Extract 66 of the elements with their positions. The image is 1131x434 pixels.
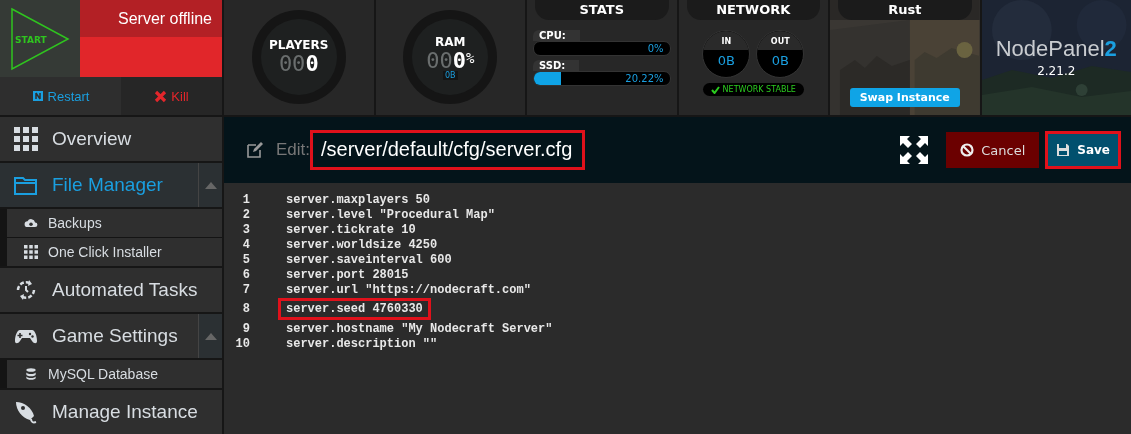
sidebar-item[interactable]: File Manager <box>0 163 198 207</box>
caret-icon <box>204 181 217 189</box>
save-button[interactable]: Save <box>1048 134 1118 166</box>
version-label: 2.21.2 <box>1037 64 1076 78</box>
traffic-meter: IN 0B <box>702 30 751 78</box>
gauge-value: 0 <box>305 52 319 76</box>
line-number: 5 <box>241 252 250 267</box>
close-icon <box>154 89 168 103</box>
line-number: 9 <box>241 321 250 336</box>
server-status: Server offline <box>80 0 222 37</box>
gauge-label: RAM <box>435 34 466 49</box>
code-line: server.maxplayers 50 <box>285 192 432 207</box>
edit-label: Edit: <box>276 140 311 160</box>
line-number: 2 <box>241 207 250 222</box>
restart-button[interactable]: Restart <box>0 77 121 115</box>
widget-title: NETWORK <box>686 0 820 20</box>
sidebar-subitem[interactable]: One Click Installer <box>7 238 222 266</box>
sidebar-item[interactable]: Game Settings <box>0 314 198 358</box>
sidebar-item[interactable]: Manage Instance <box>0 390 222 434</box>
sidebar-subitem[interactable]: MySQL Database <box>7 360 222 388</box>
cancel-button[interactable]: Cancel <box>946 132 1040 168</box>
line-number: 6 <box>241 267 250 282</box>
grid-icon <box>24 245 38 259</box>
check-icon <box>710 85 720 94</box>
bar-reading: 0% <box>647 42 664 55</box>
code-line: server.worldsize 4250 <box>285 237 439 252</box>
code-line: server.hostname "My Nodecraft Server" <box>285 321 554 336</box>
bar-label: CPU: <box>533 30 580 41</box>
bar-label: SSD: <box>533 60 580 71</box>
collapse-toggle[interactable] <box>198 314 222 358</box>
line-number: 10 <box>234 336 250 351</box>
line-number: 4 <box>241 237 250 252</box>
sidebar-item[interactable]: Overview <box>0 117 222 161</box>
code-line: server.port 28015 <box>285 267 410 282</box>
bar-reading: 20.22% <box>625 72 664 85</box>
code-line: server.tickrate 10 <box>285 222 417 237</box>
gauge-detail: 0B <box>442 70 458 80</box>
gauge-label: PLAYERS <box>269 38 329 52</box>
sidebar-item[interactable]: Automated Tasks <box>0 268 222 312</box>
cloud-icon <box>24 216 38 230</box>
caret-icon <box>204 332 217 340</box>
rocket-icon <box>14 400 38 424</box>
widget-title: STATS <box>535 0 669 20</box>
code-line: server.saveinterval 600 <box>285 252 453 267</box>
database-icon <box>24 367 38 381</box>
widget-title: Rust <box>838 0 972 20</box>
line-number: 8 <box>241 302 250 316</box>
code-line: server.url "https://nodecraft.com" <box>285 282 532 297</box>
code-line: server.description "" <box>285 336 439 351</box>
gauge-placeholder-digits: 00 <box>278 52 306 76</box>
network-status: NETWORK STABLE <box>702 83 804 96</box>
fullscreen-icon[interactable] <box>900 136 929 164</box>
line-number: 3 <box>241 222 250 237</box>
code-line: server.level "Procedural Map" <box>285 207 496 222</box>
prohibited-icon <box>960 143 975 157</box>
refresh-clock-icon <box>14 278 38 302</box>
brand-logo: NodePanel2 <box>995 36 1117 62</box>
gauge-unit: % <box>465 48 475 66</box>
grid-icon <box>14 127 38 151</box>
edit-icon <box>246 141 264 159</box>
collapse-toggle[interactable] <box>198 163 222 207</box>
traffic-meter: OUT 0B <box>756 30 805 78</box>
line-number: 7 <box>241 282 250 297</box>
sidebar-subitem[interactable]: Backups <box>7 209 222 237</box>
line-number: 1 <box>241 192 250 207</box>
file-path: /server/default/cfg/server.cfg <box>320 137 574 162</box>
